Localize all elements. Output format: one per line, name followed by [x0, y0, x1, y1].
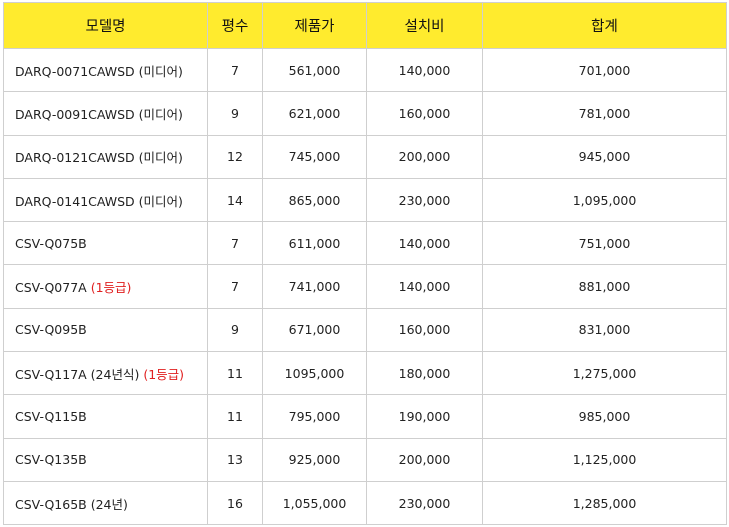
size-cell: 7 [207, 264, 263, 309]
size-cell: 7 [207, 221, 263, 266]
total-cell: 881,000 [482, 264, 727, 309]
price-cell: 611,000 [262, 221, 367, 266]
total-cell: 1,285,000 [482, 480, 727, 526]
size-cell: 12 [207, 134, 263, 179]
table-header: 모델명 평수 제품가 설치비 합계 [3, 2, 727, 49]
price-cell: 741,000 [262, 264, 367, 309]
grade-badge: (1등급) [143, 366, 185, 382]
install-cell: 200,000 [366, 437, 483, 482]
price-cell: 925,000 [262, 437, 367, 482]
table-row: CSV-Q165B (24년) 16 1,055,000 230,000 1,285,… [3, 480, 727, 526]
grade-badge: (1등급) [90, 280, 132, 296]
total-cell: 781,000 [482, 91, 727, 136]
model-cell: DARQ-0121CAWSD (미디어) [3, 134, 208, 179]
size-cell: 9 [207, 307, 263, 353]
size-cell: 13 [207, 437, 263, 482]
price-cell: 745,000 [262, 134, 367, 179]
install-cell: 190,000 [366, 394, 483, 439]
model-name: DARQ-0141CAWSD (미디어) [15, 193, 183, 209]
table-row: DARQ-0091CAWSD (미디어) 9 621,000 160,000 781,… [3, 91, 727, 136]
total-cell: 751,000 [482, 221, 727, 266]
model-cell: DARQ-0091CAWSD (미디어) [3, 91, 208, 136]
price-cell: 865,000 [262, 177, 367, 223]
model-name: DARQ-0091CAWSD (미디어) [15, 106, 183, 122]
install-cell: 230,000 [366, 177, 483, 223]
size-cell: 16 [207, 480, 263, 526]
total-cell: 1,095,000 [482, 177, 727, 223]
header-install: 설치비 [366, 2, 483, 49]
price-cell: 795,000 [262, 394, 367, 439]
total-cell: 1,275,000 [482, 351, 727, 396]
total-cell: 985,000 [482, 394, 727, 439]
total-cell: 701,000 [482, 47, 727, 93]
model-name: CSV-Q117A (24년식) [15, 366, 140, 382]
table-row: DARQ-0071CAWSD (미디어) 7 561,000 140,000 701,… [3, 47, 727, 93]
install-cell: 140,000 [366, 264, 483, 309]
model-cell: CSV-Q115B [3, 394, 208, 439]
table-body: DARQ-0071CAWSD (미디어) 7 561,000 140,000 701,… [3, 47, 727, 526]
size-cell: 11 [207, 351, 263, 396]
price-cell: 671,000 [262, 307, 367, 353]
header-model: 모델명 [3, 2, 208, 49]
model-name: CSV-Q095B [15, 322, 87, 338]
size-cell: 9 [207, 91, 263, 136]
header-price: 제품가 [262, 2, 367, 49]
install-cell: 140,000 [366, 221, 483, 266]
table-row: DARQ-0121CAWSD (미디어) 12 745,000 200,000 945… [3, 134, 727, 179]
model-cell: CSV-Q095B [3, 307, 208, 353]
model-name: DARQ-0121CAWSD (미디어) [15, 150, 183, 166]
header-total: 합계 [482, 2, 727, 49]
table-row: CSV-Q075B 7 611,000 140,000 751,000 [3, 221, 727, 266]
model-cell: DARQ-0071CAWSD (미디어) [3, 47, 208, 93]
table-row: CSV-Q117A (24년식) (1등급) 11 1095,000 180,000 1… [3, 351, 727, 396]
size-cell: 14 [207, 177, 263, 223]
model-cell: CSV-Q165B (24년) [3, 480, 208, 526]
install-cell: 140,000 [366, 47, 483, 93]
model-cell: CSV-Q077A (1등급) [3, 264, 208, 309]
size-cell: 7 [207, 47, 263, 93]
table-row: DARQ-0141CAWSD (미디어) 14 865,000 230,000 1,0… [3, 177, 727, 223]
price-cell: 1,055,000 [262, 480, 367, 526]
header-row: 모델명 평수 제품가 설치비 합계 [3, 2, 727, 49]
total-cell: 945,000 [482, 134, 727, 179]
model-name: DARQ-0071CAWSD (미디어) [15, 63, 183, 79]
table-row: CSV-Q135B 13 925,000 200,000 1,125,000 [3, 437, 727, 482]
price-cell: 561,000 [262, 47, 367, 93]
model-name: CSV-Q165B (24년) [15, 496, 128, 512]
size-cell: 11 [207, 394, 263, 439]
model-cell: CSV-Q117A (24년식) (1등급) [3, 351, 208, 396]
total-cell: 1,125,000 [482, 437, 727, 482]
table-row: CSV-Q115B 11 795,000 190,000 985,000 [3, 394, 727, 439]
model-name: CSV-Q135B [15, 452, 87, 468]
total-cell: 831,000 [482, 307, 727, 353]
install-cell: 230,000 [366, 480, 483, 526]
model-cell: CSV-Q075B [3, 221, 208, 266]
install-cell: 200,000 [366, 134, 483, 179]
model-name: CSV-Q115B [15, 409, 87, 425]
model-cell: CSV-Q135B [3, 437, 208, 482]
install-cell: 180,000 [366, 351, 483, 396]
table-row: CSV-Q095B 9 671,000 160,000 831,000 [3, 307, 727, 353]
header-size: 평수 [207, 2, 263, 49]
model-cell: DARQ-0141CAWSD (미디어) [3, 177, 208, 223]
price-table: 모델명 평수 제품가 설치비 합계 DARQ-0071CAWSD (미디어) 7… [3, 2, 727, 526]
price-cell: 621,000 [262, 91, 367, 136]
model-name: CSV-Q077A [15, 280, 87, 296]
table-row: CSV-Q077A (1등급) 7 741,000 140,000 881,000 [3, 264, 727, 309]
install-cell: 160,000 [366, 91, 483, 136]
install-cell: 160,000 [366, 307, 483, 353]
price-cell: 1095,000 [262, 351, 367, 396]
model-name: CSV-Q075B [15, 235, 87, 251]
